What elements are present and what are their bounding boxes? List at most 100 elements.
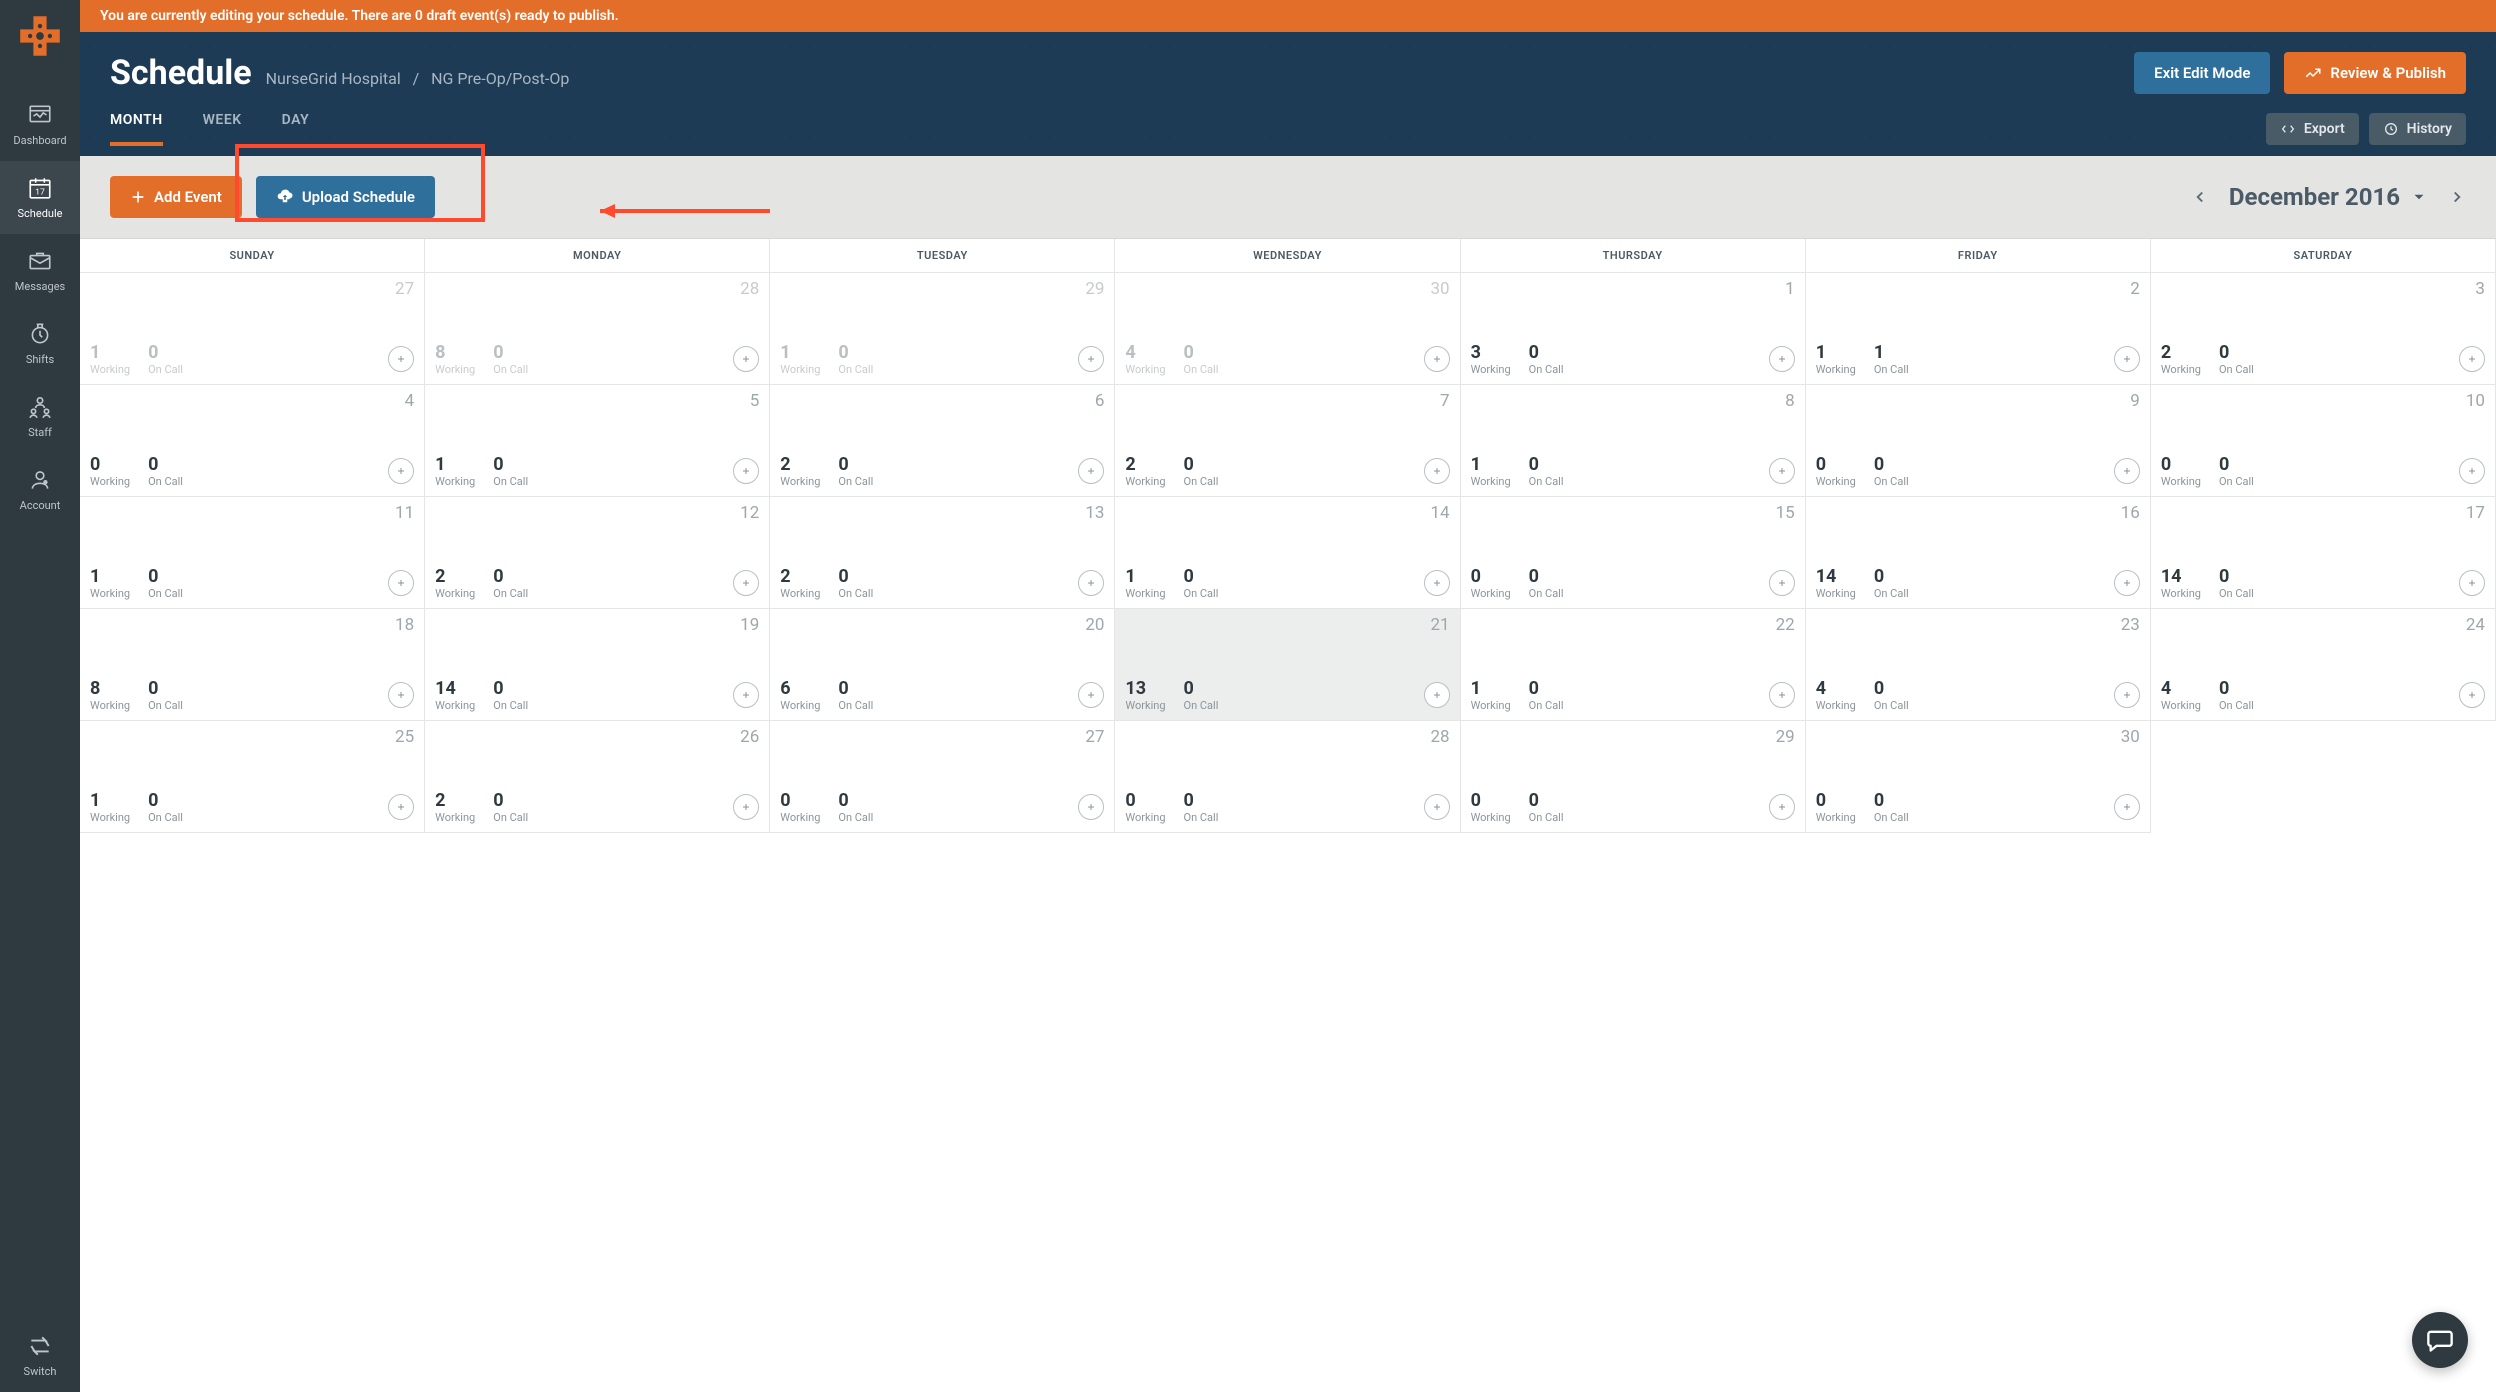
add-button[interactable] — [388, 794, 414, 820]
cell-stats: 1Working 0On Call — [90, 342, 414, 376]
add-button[interactable] — [2459, 682, 2485, 708]
annotation-arrow — [580, 196, 780, 226]
add-button[interactable] — [2114, 794, 2140, 820]
calendar-cell[interactable]: 20 6Working 0On Call — [770, 609, 1115, 721]
add-button[interactable] — [388, 346, 414, 372]
calendar-cell[interactable]: 27 1Working 0On Call — [80, 273, 425, 385]
oncall-count: 0 — [1529, 790, 1564, 811]
nav-account[interactable]: Account — [0, 453, 80, 526]
nav-shifts[interactable]: Shifts — [0, 307, 80, 380]
cell-stats: 0Working 0On Call — [2161, 454, 2485, 488]
calendar-cell[interactable]: 28 8Working 0On Call — [425, 273, 770, 385]
plus-icon — [740, 801, 752, 813]
tab-day[interactable]: DAY — [282, 112, 310, 146]
add-button[interactable] — [1424, 570, 1450, 596]
calendar-cell[interactable]: 19 14Working 0On Call — [425, 609, 770, 721]
calendar-cell[interactable]: 15 0Working 0On Call — [1461, 497, 1806, 609]
oncall-count: 0 — [148, 342, 183, 363]
calendar-cell[interactable]: 9 0Working 0On Call — [1806, 385, 2151, 497]
calendar-cell[interactable]: 22 1Working 0On Call — [1461, 609, 1806, 721]
calendar-cell[interactable]: 30 0Working 0On Call — [1806, 721, 2151, 833]
date-number: 28 — [1125, 727, 1449, 747]
cell-stats: 2Working 0On Call — [435, 566, 759, 600]
nav-switch[interactable]: Switch — [0, 1319, 80, 1392]
add-button[interactable] — [2114, 570, 2140, 596]
add-button[interactable] — [388, 570, 414, 596]
calendar-cell[interactable]: 17 14Working 0On Call — [2151, 497, 2496, 609]
oncall-label: On Call — [1529, 699, 1564, 712]
cell-stats: 1Working 0On Call — [1125, 566, 1449, 600]
add-button[interactable] — [2114, 458, 2140, 484]
nav-schedule[interactable]: 17 Schedule — [0, 161, 80, 234]
add-button[interactable] — [388, 682, 414, 708]
cell-stats: 8Working 0On Call — [90, 678, 414, 712]
calendar-cell[interactable]: 13 2Working 0On Call — [770, 497, 1115, 609]
exit-edit-button[interactable]: Exit Edit Mode — [2134, 52, 2270, 94]
nav-staff[interactable]: Staff — [0, 380, 80, 453]
tab-week[interactable]: WEEK — [203, 112, 242, 146]
calendar-cell[interactable]: 24 4Working 0On Call — [2151, 609, 2496, 721]
oncall-count: 0 — [1529, 566, 1564, 587]
add-button[interactable] — [1769, 458, 1795, 484]
calendar-cell[interactable]: 14 1Working 0On Call — [1115, 497, 1460, 609]
calendar-cell[interactable]: 7 2Working 0On Call — [1115, 385, 1460, 497]
add-button[interactable] — [2459, 346, 2485, 372]
cell-stats: 1Working 1On Call — [1816, 342, 2140, 376]
add-event-button[interactable]: Add Event — [110, 176, 242, 218]
calendar-cell[interactable]: 30 4Working 0On Call — [1115, 273, 1460, 385]
add-button[interactable] — [2114, 682, 2140, 708]
date-number: 5 — [435, 391, 759, 411]
working-count: 2 — [1125, 454, 1165, 475]
working-count: 0 — [1816, 454, 1856, 475]
add-button[interactable] — [1769, 794, 1795, 820]
next-month-icon[interactable] — [2448, 188, 2466, 206]
history-button[interactable]: History — [2369, 113, 2466, 145]
chat-fab[interactable] — [2412, 1312, 2468, 1368]
add-button[interactable] — [1424, 794, 1450, 820]
calendar-cell[interactable]: 2 1Working 1On Call — [1806, 273, 2151, 385]
calendar-cell[interactable]: 5 1Working 0On Call — [425, 385, 770, 497]
tab-month[interactable]: MONTH — [110, 112, 163, 146]
calendar-cell[interactable]: 27 0Working 0On Call — [770, 721, 1115, 833]
calendar-cell[interactable]: 29 0Working 0On Call — [1461, 721, 1806, 833]
calendar-cell[interactable]: 1 3Working 0On Call — [1461, 273, 1806, 385]
date-number: 18 — [90, 615, 414, 635]
add-button[interactable] — [1769, 682, 1795, 708]
calendar-cell[interactable]: 23 4Working 0On Call — [1806, 609, 2151, 721]
calendar-cell[interactable]: 11 1Working 0On Call — [80, 497, 425, 609]
calendar-cell[interactable]: 12 2Working 0On Call — [425, 497, 770, 609]
calendar-cell[interactable]: 10 0Working 0On Call — [2151, 385, 2496, 497]
add-button[interactable] — [2114, 346, 2140, 372]
calendar-cell[interactable]: 29 1Working 0On Call — [770, 273, 1115, 385]
calendar-cell[interactable]: 21 13Working 0On Call — [1115, 609, 1460, 721]
add-button[interactable] — [1424, 682, 1450, 708]
working-count: 4 — [1816, 678, 1856, 699]
add-button[interactable] — [1424, 458, 1450, 484]
plus-icon — [395, 577, 407, 589]
add-button[interactable] — [388, 458, 414, 484]
calendar-cell[interactable]: 3 2Working 0On Call — [2151, 273, 2496, 385]
review-publish-button[interactable]: Review & Publish — [2284, 52, 2466, 94]
oncall-label: On Call — [2219, 475, 2254, 488]
add-button[interactable] — [1424, 346, 1450, 372]
nav-messages[interactable]: Messages — [0, 234, 80, 307]
upload-schedule-button[interactable]: Upload Schedule — [256, 176, 435, 218]
calendar-cell[interactable]: 4 0Working 0On Call — [80, 385, 425, 497]
month-label[interactable]: December 2016 — [2229, 183, 2428, 211]
add-button[interactable] — [1769, 570, 1795, 596]
export-button[interactable]: Export — [2266, 113, 2359, 145]
nav-dashboard[interactable]: Dashboard — [0, 88, 80, 161]
add-button[interactable] — [2459, 458, 2485, 484]
cell-stats: 0Working 0On Call — [1816, 790, 2140, 824]
prev-month-icon[interactable] — [2191, 188, 2209, 206]
calendar-cell[interactable]: 28 0Working 0On Call — [1115, 721, 1460, 833]
calendar-cell[interactable]: 16 14Working 0On Call — [1806, 497, 2151, 609]
calendar-cell[interactable]: 25 1Working 0On Call — [80, 721, 425, 833]
add-button[interactable] — [2459, 570, 2485, 596]
calendar-cell[interactable]: 26 2Working 0On Call — [425, 721, 770, 833]
calendar-cell[interactable]: 6 2Working 0On Call — [770, 385, 1115, 497]
add-button[interactable] — [1769, 346, 1795, 372]
calendar-cell[interactable]: 8 1Working 0On Call — [1461, 385, 1806, 497]
plus-icon — [1431, 689, 1443, 701]
calendar-cell[interactable]: 18 8Working 0On Call — [80, 609, 425, 721]
